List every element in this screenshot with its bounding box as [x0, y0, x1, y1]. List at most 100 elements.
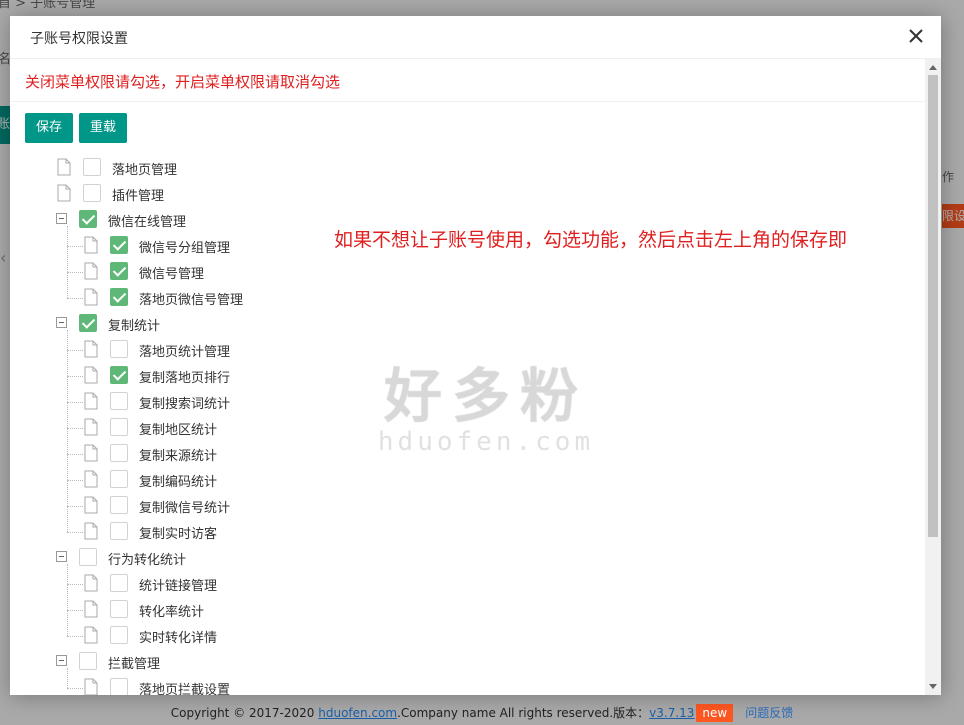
document-icon	[84, 366, 98, 384]
tree-node-label: 复制来源统计	[139, 449, 218, 464]
save-button[interactable]: 保存	[25, 113, 74, 143]
tree-checkbox[interactable]	[79, 210, 97, 228]
modal-body: 关闭菜单权限请勾选，开启菜单权限请取消勾选 保存 重载 落地页管理插件管理微信在…	[10, 59, 925, 695]
document-icon	[84, 678, 98, 695]
tree-connector	[67, 532, 83, 533]
tree-node-label: 统计链接管理	[139, 579, 218, 594]
tree-node-label: 复制微信号统计	[139, 501, 231, 516]
tree-checkbox[interactable]	[110, 236, 128, 254]
tree-node-label: 落地页微信号管理	[139, 293, 244, 308]
document-icon	[84, 600, 98, 618]
collapse-icon[interactable]	[56, 317, 67, 328]
collapse-icon[interactable]	[56, 655, 67, 666]
tree-node-label: 行为转化统计	[108, 553, 187, 568]
document-icon	[57, 184, 71, 202]
tree-connector	[67, 610, 83, 611]
close-icon	[909, 29, 923, 43]
tree-checkbox[interactable]	[110, 418, 128, 436]
tree-connector	[67, 330, 68, 532]
tree-checkbox[interactable]	[110, 392, 128, 410]
tree-checkbox[interactable]	[110, 626, 128, 644]
tree-checkbox[interactable]	[110, 288, 128, 306]
tree-node-label: 复制落地页排行	[139, 371, 231, 386]
tree-node-label: 实时转化详情	[139, 631, 218, 646]
tree-node-label: 复制地区统计	[139, 423, 218, 438]
tree-node-label: 复制编码统计	[139, 475, 218, 490]
watermark-text: 好多粉	[383, 362, 588, 430]
feedback-link[interactable]: 问题反馈	[745, 706, 793, 720]
tree-checkbox[interactable]	[110, 444, 128, 462]
tree-connector	[67, 428, 83, 429]
tree-connector	[67, 298, 83, 299]
footer-company-text: .Company name All rights reserved.版本：	[397, 706, 650, 720]
tree-connector	[67, 688, 83, 689]
tree-node-label: 落地页统计管理	[139, 345, 231, 360]
tree-checkbox[interactable]	[110, 262, 128, 280]
modal-header: 子账号权限设置	[10, 16, 941, 59]
tree-connector	[67, 402, 83, 403]
tree-node-label: 复制搜索词统计	[139, 397, 231, 412]
tree-node-label: 插件管理	[112, 189, 165, 204]
tree-node-label: 转化率统计	[139, 605, 205, 620]
permission-notice: 关闭菜单权限请勾选，开启菜单权限请取消勾选	[25, 73, 341, 91]
tree-node-label: 微信在线管理	[108, 215, 187, 230]
document-icon	[84, 626, 98, 644]
tree-connector	[67, 480, 83, 481]
watermark-domain: hduofen.com	[377, 427, 595, 457]
document-icon	[84, 418, 98, 436]
tree-connector	[67, 668, 68, 688]
tree-checkbox[interactable]	[83, 184, 101, 202]
instruction-annotation: 如果不想让子账号使用，勾选功能，然后点击左上角的保存即	[334, 229, 848, 251]
reload-button[interactable]: 重载	[79, 113, 128, 143]
tree-node-label: 落地页管理	[112, 163, 178, 178]
tree-checkbox[interactable]	[83, 158, 101, 176]
document-icon	[84, 574, 98, 592]
tree-connector	[67, 376, 83, 377]
scroll-down-arrow-icon[interactable]	[929, 684, 937, 689]
scroll-thumb[interactable]	[928, 75, 938, 537]
tree-checkbox[interactable]	[79, 314, 97, 332]
tree-checkbox[interactable]	[79, 652, 97, 670]
tree-connector	[67, 350, 83, 351]
footer-domain-link[interactable]: hduofen.com	[318, 706, 397, 720]
tree-node-label: 复制实时访客	[139, 527, 218, 542]
scroll-up-arrow-icon[interactable]	[929, 65, 937, 70]
tree-checkbox[interactable]	[110, 522, 128, 540]
tree-node-label: 拦截管理	[108, 657, 161, 672]
document-icon	[84, 522, 98, 540]
tree-checkbox[interactable]	[110, 496, 128, 514]
document-icon	[84, 392, 98, 410]
tree-checkbox[interactable]	[110, 600, 128, 618]
modal-scrollbar[interactable]	[925, 59, 941, 695]
divider	[10, 101, 925, 102]
tree-connector	[67, 272, 83, 273]
modal-title: 子账号权限设置	[30, 31, 128, 47]
tree-connector	[67, 454, 83, 455]
tree-connector	[67, 506, 83, 507]
tree-node-label: 落地页拦截设置	[139, 683, 231, 695]
tree-checkbox[interactable]	[110, 678, 128, 695]
tree-checkbox[interactable]	[110, 340, 128, 358]
tree-checkbox[interactable]	[79, 548, 97, 566]
document-icon	[57, 158, 71, 176]
tree-connector	[67, 584, 83, 585]
tree-checkbox[interactable]	[110, 470, 128, 488]
close-button[interactable]	[905, 25, 927, 47]
tree-checkbox[interactable]	[110, 366, 128, 384]
tree-checkbox[interactable]	[110, 574, 128, 592]
footer-version-link[interactable]: v3.7.13	[649, 706, 694, 720]
document-icon	[84, 444, 98, 462]
document-icon	[84, 470, 98, 488]
tree-node-label: 复制统计	[108, 319, 161, 334]
document-icon	[84, 288, 98, 306]
tree-connector	[67, 246, 83, 247]
tree-node-label: 微信号分组管理	[139, 241, 231, 256]
new-badge: new	[696, 704, 734, 722]
tree-node-label: 微信号管理	[139, 267, 205, 282]
collapse-icon[interactable]	[56, 551, 67, 562]
collapse-icon[interactable]	[56, 213, 67, 224]
document-icon	[84, 340, 98, 358]
document-icon	[84, 236, 98, 254]
page-footer: Copyright © 2017-2020 hduofen.com.Compan…	[0, 704, 964, 722]
tree-connector	[67, 564, 68, 636]
